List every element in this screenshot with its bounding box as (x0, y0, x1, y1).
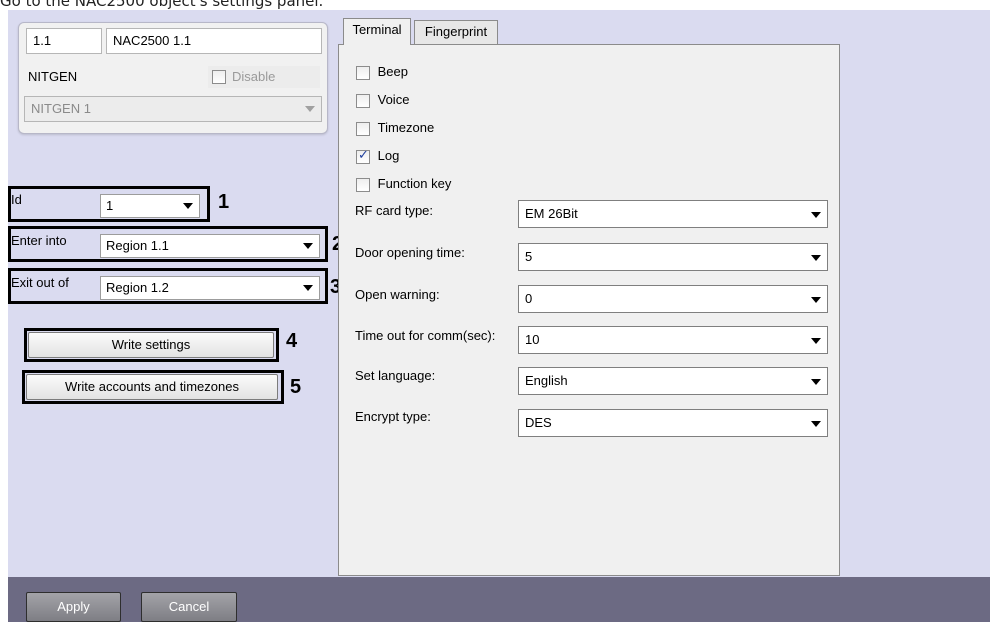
beep-checkbox-row[interactable]: Beep (356, 64, 408, 80)
disable-checkbox-row[interactable]: Disable (208, 66, 320, 88)
disable-checkbox[interactable] (212, 70, 226, 84)
rf-card-type-value: EM 26Bit (525, 206, 578, 221)
exit-out-of-label: Exit out of (11, 275, 69, 290)
door-opening-time-label: Door opening time: (355, 245, 465, 260)
beep-checkbox[interactable] (356, 65, 370, 80)
timezone-checkbox[interactable] (356, 121, 370, 136)
cancel-button[interactable]: Cancel (141, 592, 237, 622)
set-language-label: Set language: (355, 368, 436, 383)
rf-card-type-label: RF card type: (355, 203, 434, 218)
chevron-down-icon (811, 379, 821, 385)
id-select-value: 1 (106, 198, 114, 213)
callout-number: 4 (286, 330, 298, 352)
id-select[interactable]: 1 (100, 194, 200, 218)
write-settings-button[interactable]: Write settings (28, 332, 274, 358)
chevron-down-icon (811, 421, 821, 427)
set-language-select[interactable]: English (518, 367, 828, 395)
voice-checkbox-row[interactable]: Voice (356, 92, 409, 108)
chevron-down-icon (183, 203, 193, 209)
timeout-comm-value: 10 (525, 332, 540, 347)
device-select-value: NITGEN 1 (31, 101, 91, 116)
chevron-down-icon (811, 297, 821, 303)
encrypt-type-select[interactable]: DES (518, 409, 828, 437)
chevron-down-icon (811, 212, 821, 218)
chevron-down-icon (305, 106, 315, 112)
vendor-label: NITGEN (28, 69, 78, 84)
enter-into-select[interactable]: Region 1.1 (100, 234, 320, 258)
chevron-down-icon (303, 285, 313, 291)
callout-number: 1 (218, 191, 230, 213)
encrypt-type-label: Encrypt type: (355, 409, 431, 424)
timezone-label: Timezone (377, 120, 435, 135)
chevron-down-icon (303, 243, 313, 249)
set-language-value: English (525, 373, 568, 388)
object-name-field[interactable]: NAC2500 1.1 (106, 28, 322, 54)
voice-checkbox[interactable] (356, 93, 370, 108)
timeout-comm-select[interactable]: 10 (518, 326, 828, 354)
timeout-comm-label: Time out for comm(sec): (355, 328, 496, 343)
function-key-checkbox[interactable] (356, 177, 370, 192)
function-key-checkbox-row[interactable]: Function key (356, 176, 451, 192)
object-id-field[interactable]: 1.1 (26, 28, 102, 54)
callout-number: 5 (290, 376, 302, 398)
document-caption: Go to the NAC2500 object's settings pane… (0, 0, 324, 10)
encrypt-type-value: DES (525, 415, 552, 430)
enter-into-label: Enter into (11, 233, 67, 248)
voice-label: Voice (377, 92, 410, 107)
door-opening-time-value: 5 (525, 249, 533, 264)
rf-card-type-select[interactable]: EM 26Bit (518, 200, 828, 228)
chevron-down-icon (811, 338, 821, 344)
log-checkbox-row[interactable]: Log (356, 148, 399, 164)
door-opening-time-select[interactable]: 5 (518, 243, 828, 271)
chevron-down-icon (811, 255, 821, 261)
device-select[interactable]: NITGEN 1 (24, 96, 322, 122)
exit-out-of-value: Region 1.2 (106, 280, 169, 295)
timezone-checkbox-row[interactable]: Timezone (356, 120, 434, 136)
disable-label: Disable (232, 69, 276, 84)
function-key-label: Function key (377, 176, 452, 191)
tab-terminal[interactable]: Terminal (343, 18, 411, 45)
write-accounts-button[interactable]: Write accounts and timezones (26, 374, 278, 400)
log-label: Log (377, 148, 400, 163)
apply-button[interactable]: Apply (26, 592, 121, 622)
open-warning-select[interactable]: 0 (518, 285, 828, 313)
open-warning-value: 0 (525, 291, 533, 306)
open-warning-label: Open warning: (355, 287, 440, 302)
tab-fingerprint[interactable]: Fingerprint (414, 20, 498, 45)
log-checkbox[interactable] (356, 148, 370, 164)
enter-into-value: Region 1.1 (106, 238, 169, 253)
beep-label: Beep (377, 64, 408, 79)
exit-out-of-select[interactable]: Region 1.2 (100, 276, 320, 300)
id-label: Id (11, 192, 22, 207)
